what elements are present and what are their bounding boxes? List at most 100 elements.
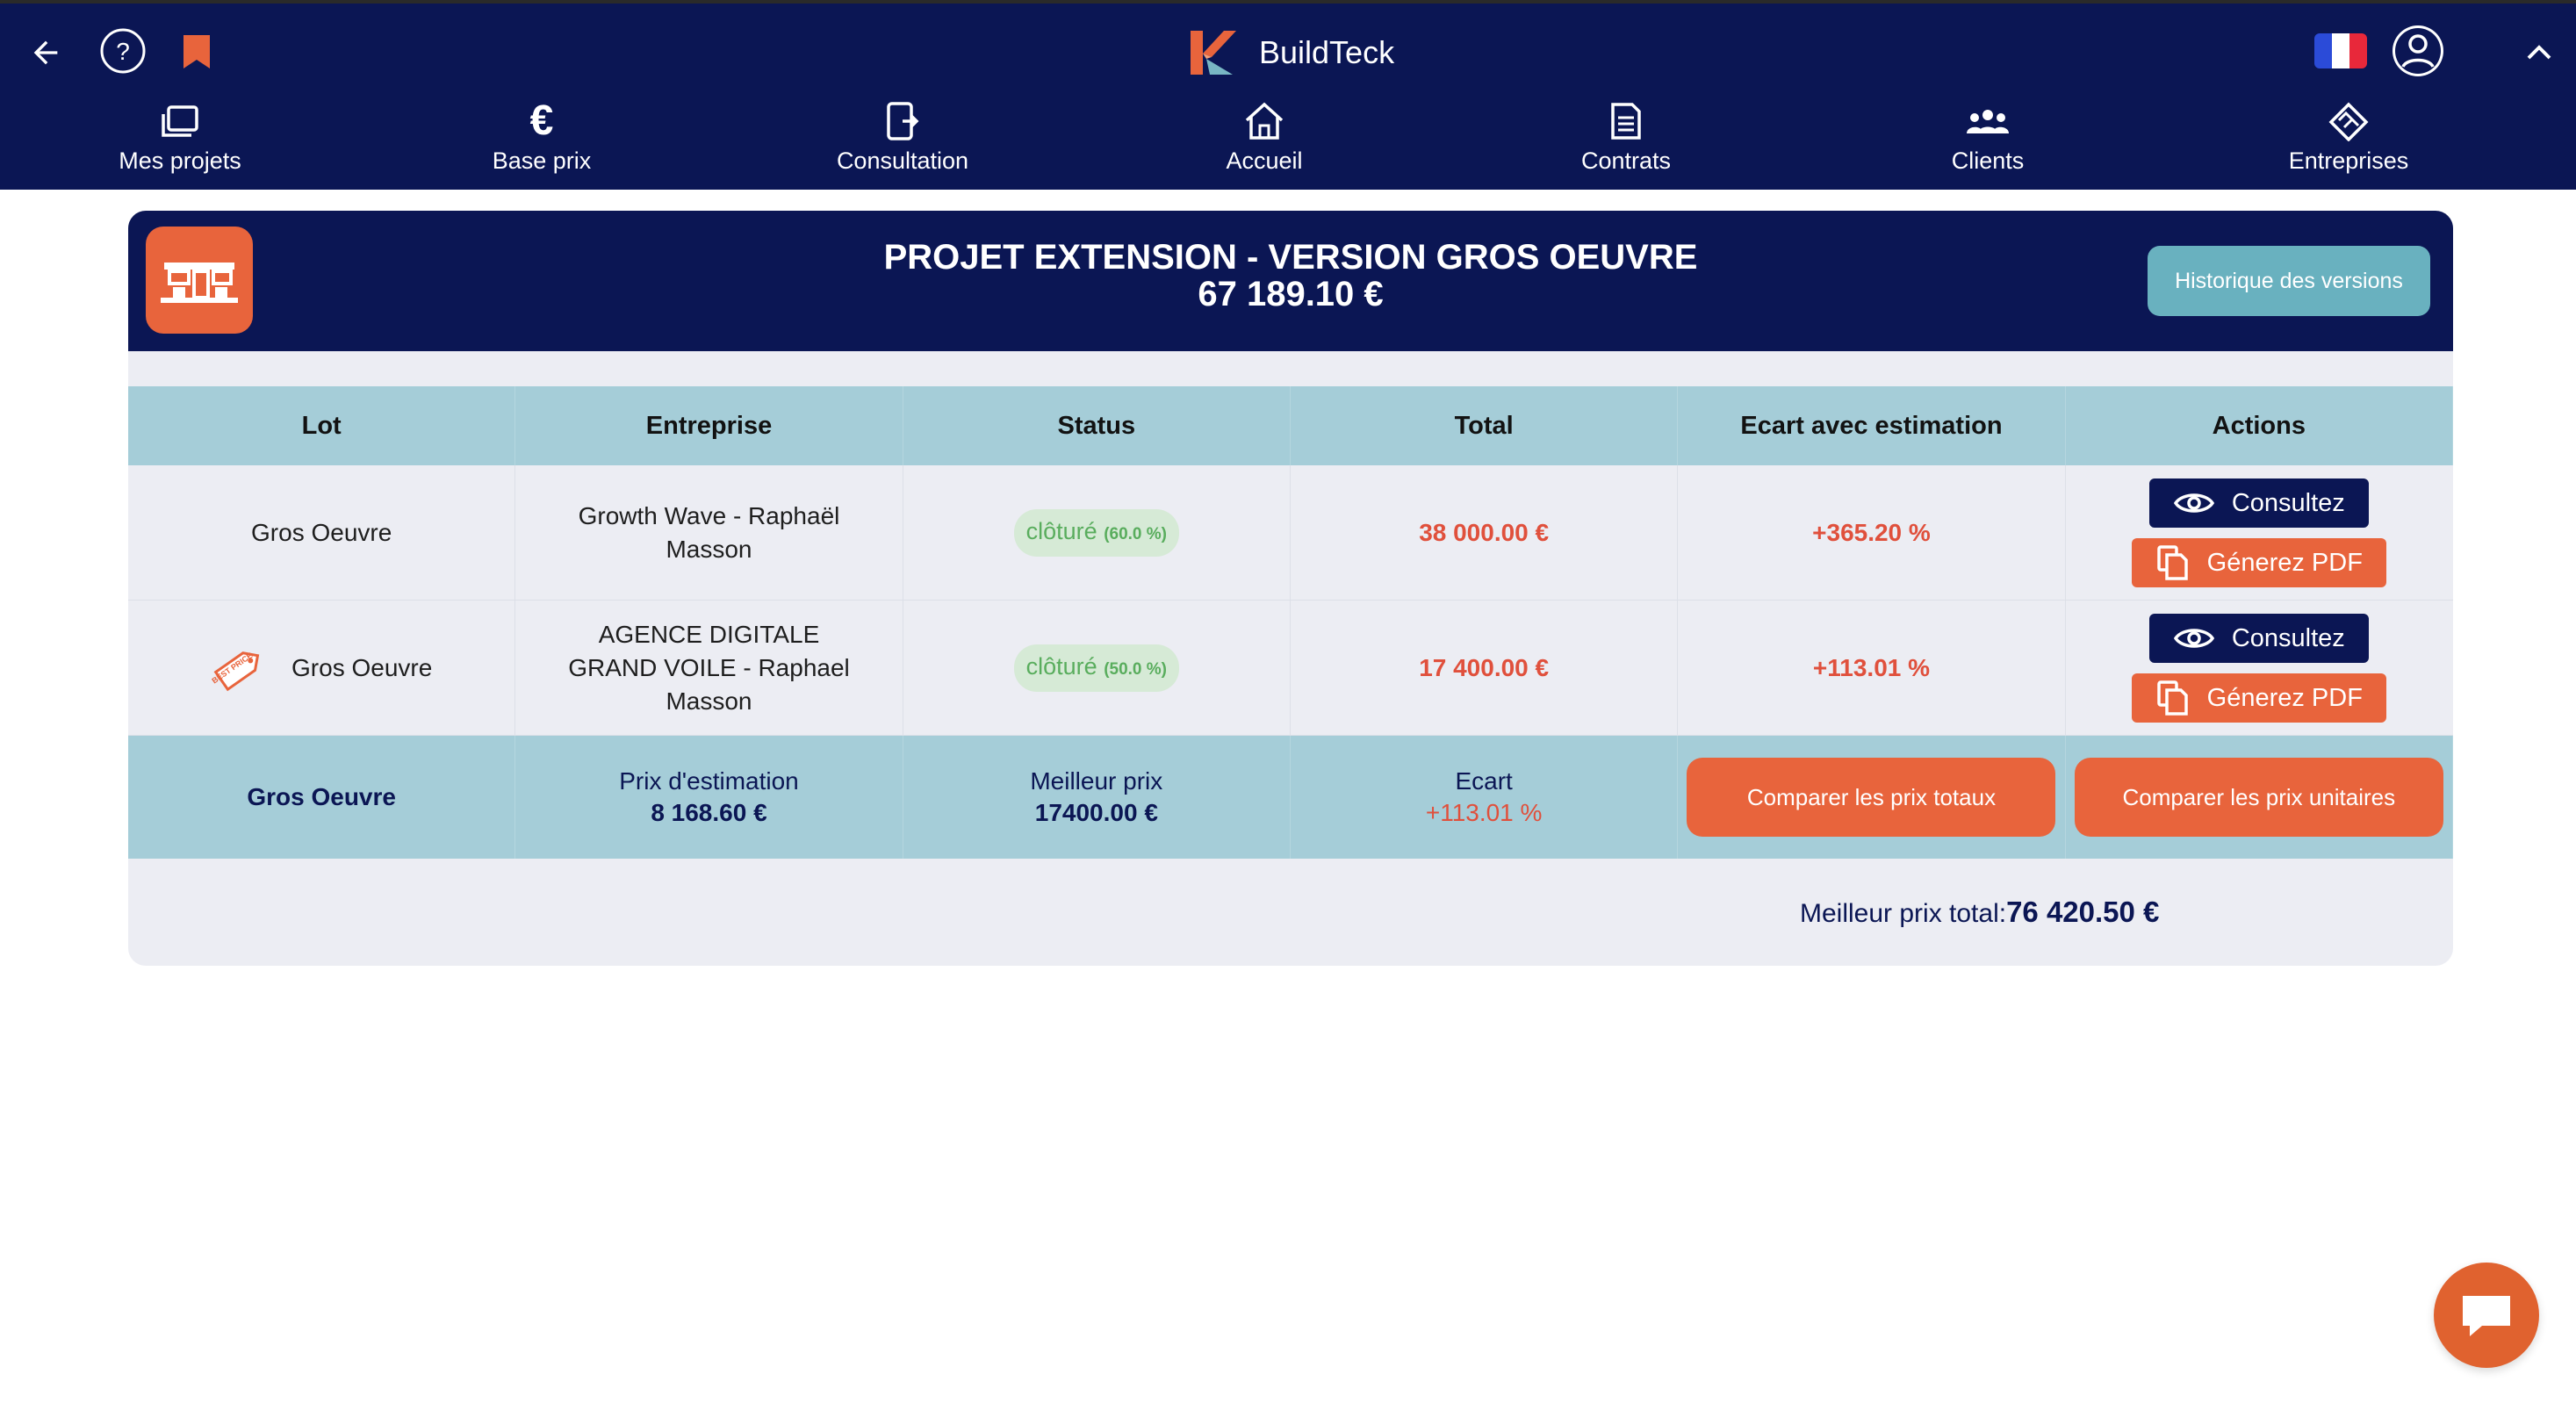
back-button[interactable] xyxy=(21,28,70,77)
entreprise-cell: AGENCE DIGITALE GRAND VOILE - Raphael Ma… xyxy=(515,601,903,735)
ecart-cell: +365.20 % xyxy=(1678,465,2066,600)
version-history-button[interactable]: Historique des versions xyxy=(2148,246,2430,316)
nav-label: Base prix xyxy=(492,147,592,174)
best-price-value: 17400.00 € xyxy=(1034,799,1158,826)
nav-label: Clients xyxy=(1951,147,2025,174)
ecart-value: +113.01 % xyxy=(1812,653,1931,681)
project-card: PROJET EXTENSION - VERSION GROS OEUVRE 6… xyxy=(128,211,2453,966)
nav-accueil[interactable]: Accueil xyxy=(1133,98,1396,186)
consult-label: Consultez xyxy=(2231,623,2345,652)
consult-label: Consultez xyxy=(2231,488,2345,517)
entreprise-name: Growth Wave - Raphaël Masson xyxy=(578,501,840,563)
top-bar: ? BuildTeck Mes projets € Base prix Cons… xyxy=(0,0,2576,190)
svg-text:?: ? xyxy=(116,38,130,65)
compare-total-prices-button[interactable]: Comparer les prix totaux xyxy=(1687,758,2056,837)
bookmark-icon xyxy=(183,35,210,68)
summary-ecart-value: +113.01 % xyxy=(1425,799,1543,826)
actions-cell: Consultez Génerez PDF xyxy=(2066,465,2453,600)
consultation-icon xyxy=(887,102,919,140)
brand-name: BuildTeck xyxy=(1259,34,1395,70)
nav-label: Contrats xyxy=(1580,147,1672,174)
chat-bubble-icon xyxy=(2463,1296,2510,1336)
handshake-icon xyxy=(2328,102,2369,141)
status-cell: clôturé (60.0 %) xyxy=(903,465,1291,600)
column-header-lot: Lot xyxy=(128,386,516,465)
consult-button[interactable]: Consultez xyxy=(2149,613,2370,663)
brand[interactable]: BuildTeck xyxy=(1187,26,1394,79)
copy-document-icon xyxy=(2156,680,2188,716)
total-cell: 17 400.00 € xyxy=(1291,601,1679,735)
nav-clients[interactable]: Clients xyxy=(1856,98,2119,186)
project-icon xyxy=(146,227,253,334)
status-text: clôturé xyxy=(1025,517,1097,544)
total-cell: 38 000.00 € xyxy=(1291,465,1679,600)
main-nav: Mes projets € Base prix Consultation Acc… xyxy=(0,98,2576,190)
language-flag-fr[interactable] xyxy=(2314,33,2367,68)
lot-cell: Gros Oeuvre xyxy=(128,465,516,600)
table-row: BEST PRICE Gros Oeuvre AGENCE DIGITALE G… xyxy=(128,601,2453,736)
collapse-header-button[interactable] xyxy=(2522,35,2557,70)
clients-icon xyxy=(1967,110,2009,133)
column-header-total: Total xyxy=(1291,386,1679,465)
buildteck-logo-icon xyxy=(1191,31,1236,75)
nav-label: Accueil xyxy=(1226,147,1303,174)
bookmark-button[interactable] xyxy=(179,30,214,74)
chat-button[interactable] xyxy=(2434,1263,2539,1368)
table-header-row: Lot Entreprise Status Total Ecart avec e… xyxy=(128,386,2453,465)
best-price-tag-icon: BEST PRICE xyxy=(211,651,260,691)
status-cell: clôturé (50.0 %) xyxy=(903,601,1291,735)
folders-icon xyxy=(162,105,198,137)
pdf-label: Génerez PDF xyxy=(2206,548,2363,577)
project-header: PROJET EXTENSION - VERSION GROS OEUVRE 6… xyxy=(128,211,2453,351)
user-circle-icon xyxy=(2393,25,2443,76)
status-percent: (60.0 %) xyxy=(1104,524,1167,543)
project-total: 67 189.10 € xyxy=(1198,275,1384,313)
nav-entreprises[interactable]: Entreprises xyxy=(2217,98,2480,186)
best-total: Meilleur prix total:76 420.50 € xyxy=(1800,896,2159,929)
home-icon xyxy=(1245,102,1284,140)
nav-label: Consultation xyxy=(836,147,969,174)
nav-contrats[interactable]: Contrats xyxy=(1494,98,1758,186)
best-price-label: Meilleur prix xyxy=(1030,767,1163,795)
summary-row: Gros Oeuvre Prix d'estimation 8 168.60 €… xyxy=(128,736,2453,859)
compare-units-cell: Comparer les prix unitaires xyxy=(2066,736,2453,859)
status-percent: (50.0 %) xyxy=(1104,659,1167,679)
status-text: clôturé xyxy=(1025,652,1097,680)
estimation-value: 8 168.60 € xyxy=(651,799,767,826)
nav-label: Entreprises xyxy=(2288,147,2409,174)
lots-table: Lot Entreprise Status Total Ecart avec e… xyxy=(128,386,2453,859)
total-value: 38 000.00 € xyxy=(1419,518,1550,546)
summary-ecart-cell: Ecart +113.01 % xyxy=(1291,736,1679,859)
compare-totals-cell: Comparer les prix totaux xyxy=(1678,736,2066,859)
chevron-up-icon xyxy=(2527,45,2551,60)
user-avatar[interactable] xyxy=(2390,23,2446,79)
nav-consultation[interactable]: Consultation xyxy=(771,98,1034,186)
arrow-left-icon xyxy=(33,40,58,65)
generate-pdf-button[interactable]: Génerez PDF xyxy=(2132,673,2387,723)
summary-lot-cell: Gros Oeuvre xyxy=(128,736,516,859)
column-header-status: Status xyxy=(903,386,1291,465)
project-title: PROJET EXTENSION - VERSION GROS OEUVRE xyxy=(883,238,1698,277)
pdf-label: Génerez PDF xyxy=(2206,683,2363,712)
question-circle-icon: ? xyxy=(100,28,146,74)
nav-label: Mes projets xyxy=(119,147,241,174)
lot-name: Gros Oeuvre xyxy=(291,653,433,681)
project-title-block: PROJET EXTENSION - VERSION GROS OEUVRE 6… xyxy=(128,239,2453,313)
entreprise-name: AGENCE DIGITALE GRAND VOILE - Raphael Ma… xyxy=(568,620,850,715)
estimation-cell: Prix d'estimation 8 168.60 € xyxy=(515,736,903,859)
generate-pdf-button[interactable]: Génerez PDF xyxy=(2132,537,2387,587)
column-header-ecart: Ecart avec estimation xyxy=(1678,386,2066,465)
lot-name: Gros Oeuvre xyxy=(251,518,392,546)
help-button[interactable]: ? xyxy=(98,26,148,76)
euro-icon: € xyxy=(529,97,554,144)
nav-base-prix[interactable]: € Base prix xyxy=(410,98,673,186)
compare-unit-prices-button[interactable]: Comparer les prix unitaires xyxy=(2074,758,2443,837)
best-price-cell: Meilleur prix 17400.00 € xyxy=(903,736,1291,859)
best-total-value: 76 420.50 € xyxy=(2006,896,2160,928)
ecart-value: +365.20 % xyxy=(1812,518,1931,546)
status-badge: clôturé (50.0 %) xyxy=(1013,644,1179,692)
column-header-entreprise: Entreprise xyxy=(515,386,903,465)
nav-mes-projets[interactable]: Mes projets xyxy=(48,98,312,186)
consult-button[interactable]: Consultez xyxy=(2149,478,2370,528)
column-header-actions: Actions xyxy=(2066,386,2453,465)
